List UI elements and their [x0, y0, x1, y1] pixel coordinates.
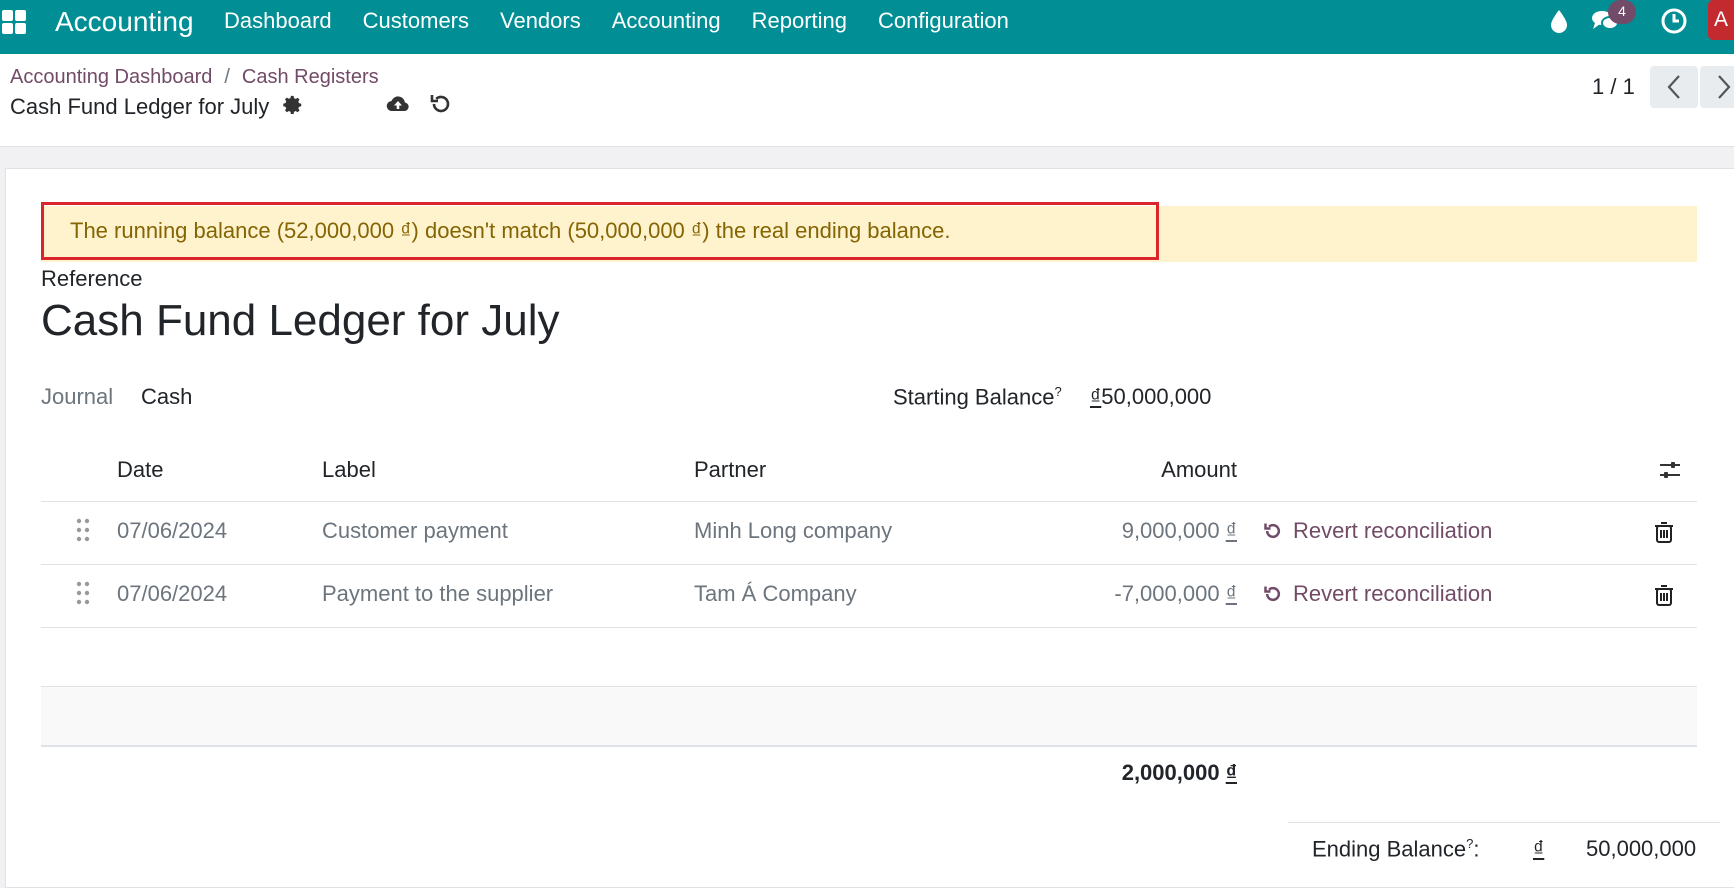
undo-icon: [1264, 523, 1281, 539]
row-divider: [41, 627, 1697, 628]
cloud-upload-icon[interactable]: [385, 92, 411, 118]
row-1-label[interactable]: Customer payment: [322, 518, 508, 544]
user-avatar[interactable]: A: [1708, 0, 1734, 40]
row-2-label[interactable]: Payment to the supplier: [322, 581, 553, 607]
breadcrumb-current-record: Cash Fund Ledger for July: [10, 94, 270, 119]
ending-balance-label: Ending Balance?:: [1312, 836, 1480, 862]
breadcrumb-cash-registers[interactable]: Cash Registers: [242, 66, 379, 88]
reference-label: Reference: [41, 266, 143, 291]
column-amount[interactable]: Amount: [1037, 457, 1237, 483]
row-2-amount[interactable]: -7,000,000 ₫: [1037, 581, 1237, 607]
pager-previous-button[interactable]: [1650, 66, 1698, 108]
row-2-revert-reconciliation-button[interactable]: Revert reconciliation: [1263, 581, 1492, 607]
add-line-row[interactable]: [41, 686, 1697, 747]
row-divider: [41, 564, 1697, 565]
menu-vendors[interactable]: Vendors: [500, 8, 581, 34]
menu-customers[interactable]: Customers: [363, 8, 469, 34]
row-2-partner[interactable]: Tam Á Company: [694, 581, 857, 607]
starting-balance-label: Starting Balance?: [893, 384, 1062, 410]
journal-label: Journal: [41, 384, 114, 409]
column-partner[interactable]: Partner: [694, 457, 766, 483]
column-settings-icon[interactable]: [1658, 458, 1682, 482]
chevron-left-icon: [1667, 75, 1680, 99]
starting-balance-input[interactable]: ₫50,000,000: [1090, 384, 1211, 410]
header-divider: [41, 501, 1697, 502]
pager-value[interactable]: 1 / 1: [1592, 74, 1635, 100]
menu-configuration[interactable]: Configuration: [878, 8, 1009, 34]
trash-icon[interactable]: [1654, 584, 1674, 606]
menu-dashboard[interactable]: Dashboard: [224, 8, 332, 34]
row-1-date[interactable]: 07/06/2024: [117, 518, 227, 544]
row-1-partner[interactable]: Minh Long company: [694, 518, 892, 544]
messages-badge: 4: [1608, 0, 1636, 24]
breadcrumb: Accounting Dashboard / Cash Registers: [10, 66, 379, 88]
control-panel: Accounting Dashboard / Cash Registers Cash…: [0, 54, 1734, 147]
undo-icon: [1264, 586, 1281, 602]
journal-value[interactable]: Cash: [141, 384, 192, 410]
balance-mismatch-alert: The running balance (52,000,000 ₫) doesn…: [41, 202, 1159, 260]
drag-handle-icon[interactable]: [76, 518, 90, 542]
top-navbar: Accounting Dashboard Customers Vendors A…: [0, 0, 1734, 54]
column-date[interactable]: Date: [117, 457, 163, 483]
chevron-right-icon: [1718, 75, 1731, 99]
reference-input[interactable]: Cash Fund Ledger for July: [41, 296, 560, 346]
clock-icon[interactable]: [1659, 6, 1689, 36]
trash-icon[interactable]: [1654, 521, 1674, 543]
app-brand[interactable]: Accounting: [55, 6, 194, 38]
ending-balance-currency: ₫: [1533, 836, 1545, 861]
main-menu: Dashboard Customers Vendors Accounting R…: [224, 0, 1040, 42]
breadcrumb-accounting-dashboard[interactable]: Accounting Dashboard: [10, 66, 212, 88]
help-tooltip-icon[interactable]: ?: [1054, 384, 1061, 399]
apps-menu-icon[interactable]: [2, 10, 28, 36]
pager-next-button[interactable]: [1700, 66, 1734, 108]
droplet-icon[interactable]: [1544, 6, 1574, 36]
row-1-amount[interactable]: 9,000,000 ₫: [1037, 518, 1237, 544]
drag-handle-icon[interactable]: [76, 581, 90, 605]
gear-icon[interactable]: [282, 94, 304, 116]
row-2-date[interactable]: 07/06/2024: [117, 581, 227, 607]
discard-changes-icon[interactable]: [429, 92, 453, 116]
amount-total: 2,000,000 ₫: [1121, 760, 1237, 785]
ending-balance-input[interactable]: 50,000,000: [1586, 836, 1696, 862]
column-label[interactable]: Label: [322, 457, 376, 483]
menu-reporting[interactable]: Reporting: [752, 8, 847, 34]
menu-accounting[interactable]: Accounting: [612, 8, 721, 34]
row-1-revert-reconciliation-button[interactable]: Revert reconciliation: [1263, 518, 1492, 544]
